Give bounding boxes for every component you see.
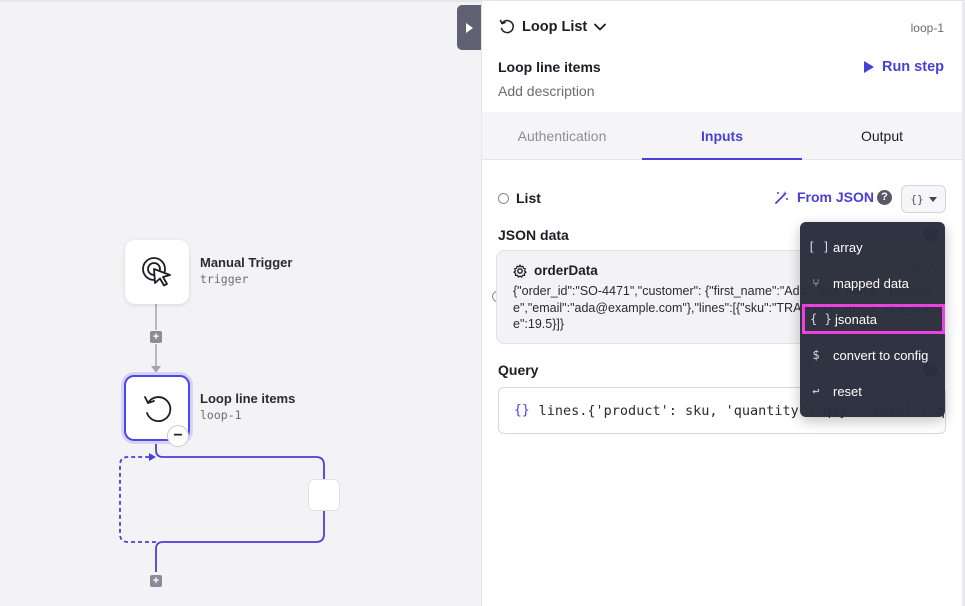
step-name[interactable]: Loop line items	[498, 59, 601, 75]
trigger-node-title: Manual Trigger	[200, 255, 293, 270]
braces-icon: {}	[910, 192, 924, 206]
list-label: List	[516, 190, 541, 206]
chevron-down-icon	[594, 23, 607, 30]
undo-icon: ↩	[812, 384, 820, 398]
json-data-label: JSON data	[498, 227, 569, 243]
loop-node-title: Loop line items	[200, 391, 296, 406]
menu-item-label: array	[833, 239, 863, 255]
list-input-row: List	[498, 190, 541, 206]
help-icon[interactable]: ?	[877, 190, 892, 205]
panel-tabs: Authentication Inputs Output	[482, 112, 962, 160]
loop-body-edge	[155, 441, 325, 572]
query-label: Query	[498, 362, 539, 378]
collapse-loop-icon[interactable]: −	[167, 425, 189, 447]
input-type-menu: [ ] array ⑂ mapped data { } jsonata $ co…	[800, 222, 945, 417]
gear-icon	[513, 263, 527, 278]
menu-item-label: convert to config	[833, 347, 929, 363]
braces-icon: { }	[810, 312, 832, 326]
loop-node-id: loop-1	[200, 408, 242, 422]
menu-item-mapped-data[interactable]: ⑂ mapped data	[800, 268, 945, 298]
panel-collapse-button[interactable]	[457, 5, 481, 50]
loop-icon	[144, 396, 172, 422]
tab-output[interactable]: Output	[802, 112, 962, 159]
step-id: loop-1	[910, 21, 944, 35]
list-radio[interactable]	[498, 192, 509, 204]
step-type-selector[interactable]: Loop List	[498, 18, 607, 35]
loop-back-edge	[119, 456, 156, 543]
edge-arrow	[151, 366, 161, 373]
from-json-label: From JSON	[797, 189, 875, 205]
menu-item-label: jsonata	[835, 311, 877, 327]
jsonata-icon: {}	[514, 403, 530, 418]
play-icon	[863, 61, 874, 73]
caret-down-icon	[928, 196, 937, 202]
trigger-node-id: trigger	[200, 272, 249, 286]
from-json-button[interactable]: From JSON	[774, 189, 874, 205]
workflow-canvas[interactable]: Manual Trigger trigger + − Loop line ite…	[0, 0, 481, 606]
run-step-label: Run step	[881, 59, 944, 75]
loop-add-step-placeholder[interactable]	[308, 479, 340, 511]
json-data-name: orderData	[534, 263, 598, 278]
magic-wand-icon	[775, 190, 788, 204]
menu-item-label: reset	[833, 383, 862, 399]
run-step-button[interactable]: Run step	[863, 59, 944, 75]
cursor-click-icon	[142, 257, 171, 287]
json-data-title: orderData	[513, 263, 598, 278]
dollar-icon: $	[812, 348, 820, 362]
menu-item-array[interactable]: [ ] array	[800, 232, 945, 262]
menu-item-label: mapped data	[833, 275, 909, 291]
add-step-icon[interactable]: +	[150, 331, 162, 343]
brackets-icon: [ ]	[808, 240, 830, 254]
tab-authentication[interactable]: Authentication	[482, 112, 642, 159]
menu-item-convert-to-config[interactable]: $ convert to config	[800, 340, 945, 370]
tab-inputs[interactable]: Inputs	[642, 112, 802, 160]
chevron-right-icon	[466, 22, 473, 33]
step-type-label: Loop List	[522, 18, 588, 35]
menu-item-reset[interactable]: ↩ reset	[800, 376, 945, 406]
trigger-node[interactable]	[125, 240, 189, 304]
branch-icon: ⑂	[812, 276, 820, 290]
loop-icon	[499, 19, 514, 34]
loop-back-arrow	[149, 453, 156, 461]
add-step-icon[interactable]: +	[150, 575, 162, 587]
menu-item-jsonata[interactable]: { } jsonata	[802, 304, 945, 334]
step-description-field[interactable]: Add description	[498, 83, 595, 99]
workflow-edges	[119, 304, 325, 572]
input-type-dropdown[interactable]: {}	[901, 185, 946, 213]
